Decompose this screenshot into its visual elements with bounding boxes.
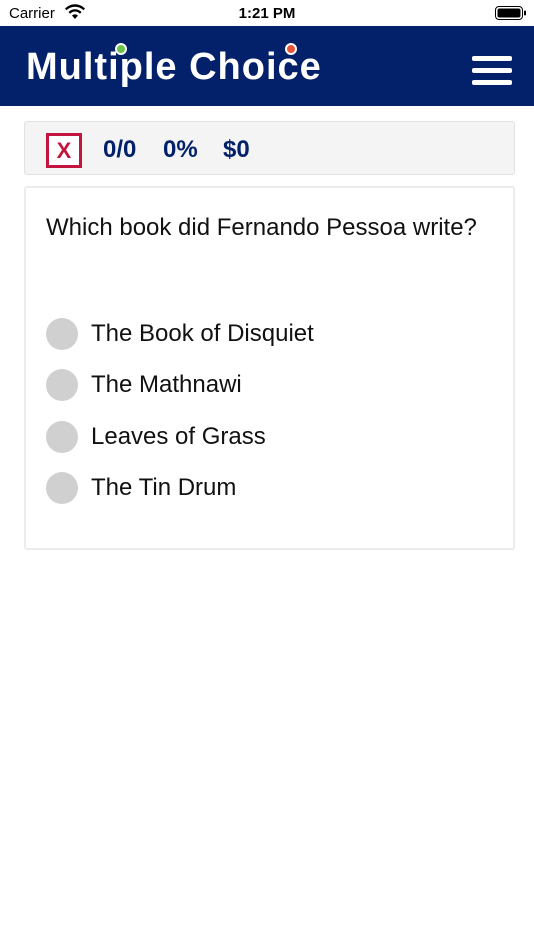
radio-button-icon[interactable] [46,369,78,401]
question-card: Which book did Fernando Pessoa write? Th… [24,186,515,550]
score-bar: X 0/0 0% $0 [24,121,515,175]
score-money: $0 [223,136,250,163]
hamburger-menu-icon[interactable] [472,56,512,86]
radio-button-icon[interactable] [46,472,78,504]
radio-button-icon[interactable] [46,318,78,350]
app-logo: Multiple Choice [26,43,356,91]
answer-option[interactable]: The Tin Drum [46,472,486,506]
answer-label[interactable]: Leaves of Grass [91,423,266,451]
status-bar: Carrier 1:21 PM [0,0,534,26]
answer-label[interactable]: The Book of Disquiet [91,320,314,348]
logo-red-dot [285,43,297,55]
app-header: Multiple Choice [0,26,534,106]
answer-option[interactable]: The Book of Disquiet [46,318,486,352]
answer-option[interactable]: Leaves of Grass [46,421,486,455]
answer-label[interactable]: The Tin Drum [91,474,236,502]
question-text: Which book did Fernando Pessoa write? [46,214,477,241]
score-percent: 0% [163,136,198,163]
answer-option[interactable]: The Mathnawi [46,369,486,403]
question-count: 0/0 [103,136,137,163]
battery-icon [495,6,526,20]
close-button[interactable]: X [46,133,82,168]
logo-green-dot [115,43,127,55]
app-title: Multiple Choice [26,46,322,88]
answer-label[interactable]: The Mathnawi [91,371,242,399]
radio-button-icon[interactable] [46,421,78,453]
clock: 1:21 PM [238,5,296,22]
